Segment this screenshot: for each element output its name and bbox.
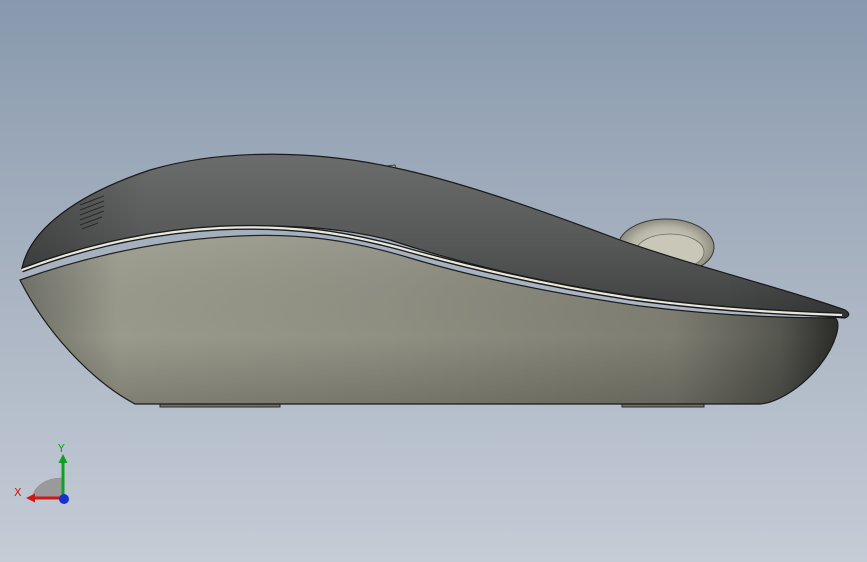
axis-triad: X Y [10, 438, 80, 510]
bottom-shell [19, 234, 839, 405]
graphics-viewport[interactable]: X Y [0, 0, 867, 562]
mouse-model[interactable] [0, 0, 867, 562]
x-axis-label: X [14, 486, 22, 499]
y-axis-label: Y [58, 442, 65, 455]
triad-graphic [26, 454, 69, 504]
